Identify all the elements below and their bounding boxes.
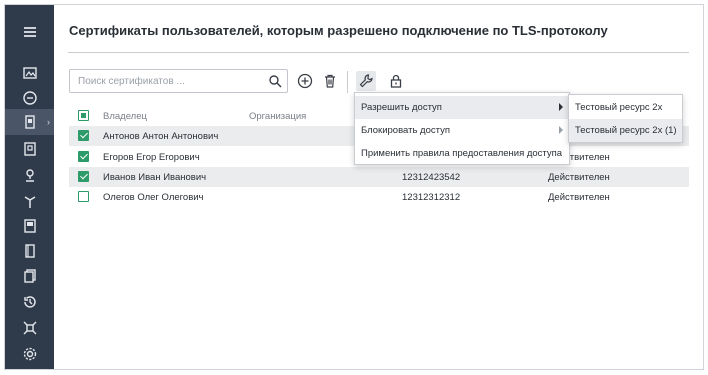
column-owner[interactable]: Владелец (103, 111, 147, 122)
menu-item-block-access[interactable]: Блокировать доступ (355, 119, 569, 142)
column-organization[interactable]: Организация (249, 111, 306, 122)
menu-icon[interactable] (5, 19, 54, 45)
submenu-item-label: Тестовый ресурс 2х (1) (575, 125, 677, 136)
row-serial: 12312423542 (402, 172, 461, 183)
row-owner: Олегов Олег Олегович (103, 192, 204, 203)
access-rules-button[interactable] (356, 71, 376, 91)
antenna-icon[interactable] (5, 188, 54, 214)
add-icon (297, 73, 313, 89)
settings-icon[interactable] (5, 341, 54, 367)
network-icon[interactable] (5, 315, 54, 341)
chat-icon[interactable] (5, 85, 54, 111)
row-status: Действителен (548, 192, 610, 203)
chevron-right-icon (559, 103, 563, 111)
lock-icon (390, 74, 402, 88)
row-checkbox[interactable] (78, 151, 89, 162)
select-all-checkbox[interactable] (78, 110, 89, 121)
toolbar-divider (347, 71, 348, 93)
table-row[interactable]: Иванов Иван Иванович 12312423542 Действи… (69, 167, 689, 187)
history-icon[interactable] (5, 289, 54, 315)
title-divider (68, 52, 689, 53)
badge-icon[interactable]: › (5, 109, 54, 135)
row-serial: 12312312312 (402, 192, 461, 203)
search-placeholder: Поиск сертификатов ... (78, 76, 185, 87)
row-owner: Егоров Егор Егорович (103, 152, 200, 163)
lock-button[interactable] (386, 71, 406, 91)
image-icon[interactable] (5, 60, 54, 86)
resource-submenu: Тестовый ресурс 2х Тестовый ресурс 2х (1… (568, 94, 683, 143)
sidebar: › (5, 5, 54, 369)
main-content: Сертификаты пользователей, которым разре… (54, 5, 703, 369)
row-checkbox[interactable] (78, 130, 89, 141)
search-icon[interactable] (268, 74, 282, 88)
document-icon[interactable] (5, 238, 54, 264)
row-checkbox[interactable] (78, 171, 89, 182)
delete-icon (325, 74, 335, 88)
search-input[interactable]: Поиск сертификатов ... (69, 69, 288, 93)
copy-icon[interactable] (5, 263, 54, 289)
page-title: Сертификаты пользователей, которым разре… (69, 23, 608, 38)
row-owner: Иванов Иван Иванович (103, 172, 207, 183)
id-card-icon[interactable] (5, 213, 54, 239)
row-status: Действителен (548, 172, 610, 183)
menu-item-label: Блокировать доступ (361, 125, 450, 136)
user-pin-icon[interactable] (5, 162, 54, 188)
access-context-menu: Разрешить доступ Блокировать доступ Прим… (354, 92, 570, 165)
certificate-icon[interactable] (5, 136, 54, 162)
submenu-item-resource[interactable]: Тестовый ресурс 2х (1) (569, 119, 682, 142)
menu-item-apply-rules[interactable]: Применить правила предоставления доступа (355, 142, 569, 165)
wrench-icon (359, 74, 373, 88)
table-row[interactable]: Олегов Олег Олегович 12312312312 Действи… (69, 187, 689, 207)
menu-item-label: Разрешить доступ (361, 102, 442, 113)
menu-item-label: Применить правила предоставления доступа (361, 148, 563, 159)
menu-item-allow-access[interactable]: Разрешить доступ (355, 96, 569, 119)
row-checkbox[interactable] (78, 191, 89, 202)
delete-button[interactable] (320, 71, 340, 91)
app-window: › Сертификаты пользователей, которым раз… (4, 4, 704, 370)
submenu-item-resource[interactable]: Тестовый ресурс 2х (569, 96, 682, 119)
submenu-item-label: Тестовый ресурс 2х (575, 102, 663, 113)
chevron-right-icon (559, 126, 563, 134)
row-owner: Антонов Антон Антонович (103, 131, 219, 142)
sidebar-expand-arrow: › (47, 117, 50, 127)
add-button[interactable] (295, 71, 315, 91)
